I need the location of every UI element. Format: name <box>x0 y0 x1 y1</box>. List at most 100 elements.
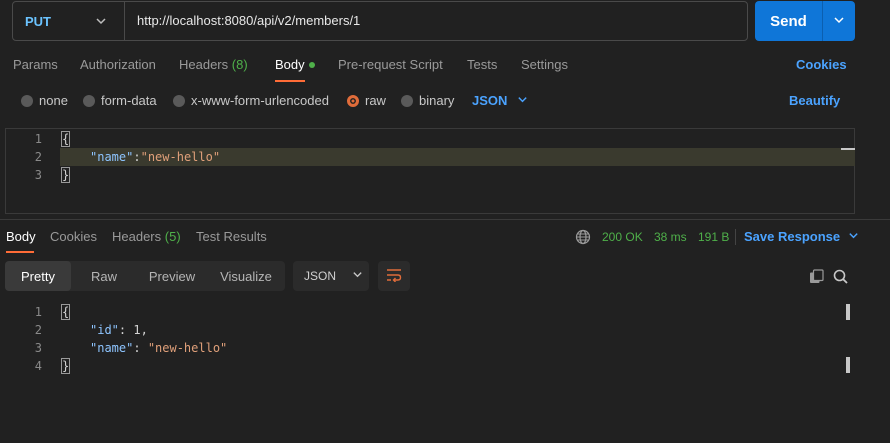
send-button-group: Send <box>755 1 855 41</box>
response-format-select[interactable]: JSON <box>293 261 369 291</box>
save-response-button[interactable]: Save Response <box>744 229 859 244</box>
radio-binary[interactable]: binary <box>401 93 454 108</box>
line-number: 4 <box>34 359 42 373</box>
body-indicator-dot <box>308 61 315 68</box>
status-code: 200 OK <box>602 230 643 244</box>
copy-icon[interactable] <box>806 266 826 286</box>
response-tab-test-results[interactable]: Test Results <box>196 229 267 244</box>
response-size: 191 B <box>698 230 730 244</box>
search-icon[interactable] <box>830 266 850 286</box>
view-visualize[interactable]: Visualize <box>207 261 285 291</box>
json-colon: : <box>118 323 134 337</box>
radio-raw[interactable]: raw <box>347 93 386 108</box>
tab-params[interactable]: Params <box>13 57 58 72</box>
open-brace: { <box>60 304 71 320</box>
send-options-button[interactable] <box>823 1 855 41</box>
tab-label: Cookies <box>50 229 97 244</box>
radio-none[interactable]: none <box>21 93 68 108</box>
body-format-select[interactable]: JSON <box>472 93 528 108</box>
chevron-down-icon <box>833 14 845 29</box>
scrollbar-thumb[interactable] <box>846 304 850 320</box>
json-key: "name" <box>90 341 134 355</box>
radio-circle-selected <box>347 94 359 107</box>
response-format-label: JSON <box>304 269 337 283</box>
json-key: "id" <box>90 323 119 337</box>
tab-body[interactable]: Body <box>275 57 315 72</box>
view-pretty[interactable]: Pretty <box>5 261 71 291</box>
tab-label: Body <box>6 229 36 244</box>
tab-authorization[interactable]: Authorization <box>80 57 156 72</box>
code-line-2: "name":"new-hello" <box>90 150 220 164</box>
scrollbar-marker <box>846 357 850 373</box>
radio-form-data[interactable]: form-data <box>83 93 157 108</box>
body-format-label: JSON <box>472 93 508 108</box>
tab-pre-request-script[interactable]: Pre-request Script <box>338 57 443 72</box>
response-time: 38 ms <box>654 230 687 244</box>
tab-label: Headers <box>179 57 229 72</box>
json-comma: , <box>140 323 148 337</box>
send-button[interactable]: Send <box>755 1 822 41</box>
json-value: "new-hello" <box>147 341 228 355</box>
line-number: 1 <box>34 132 42 146</box>
radio-circle <box>83 94 95 107</box>
tab-headers[interactable]: Headers (8) <box>179 57 248 72</box>
tab-label: Body <box>275 57 305 72</box>
response-body-viewer[interactable] <box>0 298 890 443</box>
json-number: 1 <box>133 323 141 337</box>
json-key: "name" <box>90 150 134 164</box>
wrap-lines-button[interactable] <box>378 261 410 291</box>
pane-divider[interactable] <box>0 219 890 220</box>
tab-active-underline <box>275 80 305 82</box>
json-colon: : <box>133 341 148 355</box>
json-value: "new-hello" <box>140 150 221 164</box>
radio-label: binary <box>419 93 455 108</box>
response-line-2: "id": 1, <box>90 323 148 337</box>
tab-settings[interactable]: Settings <box>521 57 568 72</box>
line-number: 3 <box>34 341 42 355</box>
cookies-link[interactable]: Cookies <box>796 57 847 72</box>
radio-label: form-data <box>101 93 157 108</box>
code-line-1: { <box>60 131 71 147</box>
method-select[interactable]: PUT <box>13 2 125 40</box>
url-input[interactable]: http://localhost:8080/api/v2/members/1 <box>137 13 360 28</box>
globe-icon[interactable] <box>575 229 591 245</box>
headers-count: (8) <box>231 57 248 72</box>
radio-label: none <box>39 93 68 108</box>
request-body-editor[interactable] <box>5 128 855 214</box>
view-mode-toggle: Pretty Raw Preview Visualize <box>5 261 285 291</box>
response-tab-body[interactable]: Body <box>6 229 36 244</box>
view-preview[interactable]: Preview <box>137 261 207 291</box>
response-line-4: } <box>60 358 71 374</box>
response-line-1: { <box>60 304 71 320</box>
radio-x-www-form-urlencoded[interactable]: x-www-form-urlencoded <box>173 93 329 108</box>
line-number: 1 <box>34 305 42 319</box>
code-line-3: } <box>60 167 71 183</box>
radio-label: raw <box>365 93 386 108</box>
response-tab-cookies[interactable]: Cookies <box>50 229 97 244</box>
chevron-down-icon <box>352 269 363 283</box>
tab-label: Params <box>13 57 58 72</box>
tab-label: Headers <box>112 229 162 244</box>
beautify-link[interactable]: Beautify <box>789 93 840 108</box>
response-tab-headers[interactable]: Headers (5) <box>112 229 181 244</box>
json-colon: : <box>133 150 141 164</box>
tab-label: Tests <box>467 57 498 72</box>
url-bar: PUT http://localhost:8080/api/v2/members… <box>12 1 748 41</box>
view-raw[interactable]: Raw <box>71 261 137 291</box>
method-label: PUT <box>25 13 51 29</box>
editor-scroll-marker <box>841 148 855 150</box>
meta-separator <box>735 229 736 245</box>
open-brace: { <box>60 131 71 147</box>
line-number: 2 <box>34 323 42 337</box>
tab-label: Settings <box>521 57 568 72</box>
line-number: 2 <box>34 150 42 164</box>
tab-label: Test Results <box>196 229 267 244</box>
chevron-down-icon <box>517 93 528 108</box>
radio-label: x-www-form-urlencoded <box>191 93 329 108</box>
response-line-3: "name": "new-hello" <box>90 341 227 355</box>
line-number: 3 <box>34 168 42 182</box>
radio-circle <box>173 94 185 107</box>
close-brace: } <box>60 358 71 374</box>
radio-circle <box>21 94 33 107</box>
tab-tests[interactable]: Tests <box>467 57 497 72</box>
